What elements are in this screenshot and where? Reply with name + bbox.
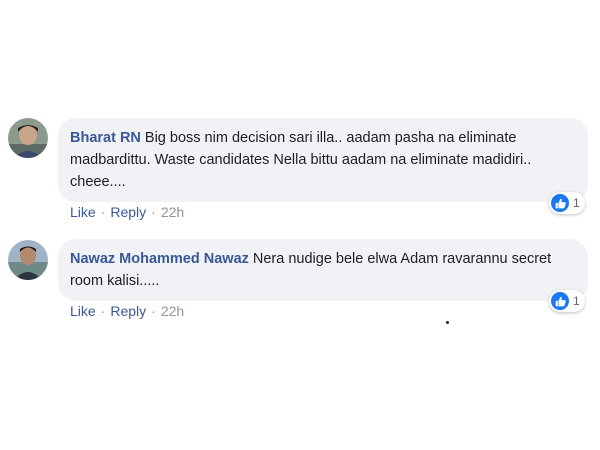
avatar[interactable] xyxy=(8,118,48,158)
comment-bubble: Nawaz Mohammed Nawaz Nera nudige bele elw… xyxy=(58,239,588,301)
reaction-summary[interactable]: 1 xyxy=(549,192,585,214)
comment-author-link[interactable]: Nawaz Mohammed Nawaz xyxy=(70,251,249,267)
thumbs-up-icon xyxy=(551,292,569,310)
like-link[interactable]: Like xyxy=(70,303,96,319)
reaction-summary[interactable]: 1 xyxy=(549,290,585,312)
comment-actions: Like · Reply · 22h xyxy=(70,303,185,319)
like-link[interactable]: Like xyxy=(70,204,96,220)
reaction-count: 1 xyxy=(573,294,580,308)
reaction-count: 1 xyxy=(573,196,580,210)
thumbs-up-icon xyxy=(551,194,569,212)
reply-link[interactable]: Reply xyxy=(110,303,146,319)
timestamp[interactable]: 22h xyxy=(161,303,184,319)
comment-author-link[interactable]: Bharat RN xyxy=(70,130,141,146)
avatar[interactable] xyxy=(8,240,48,280)
comment-bubble: Bharat RN Big boss nim decision sari illa… xyxy=(58,118,588,202)
reply-link[interactable]: Reply xyxy=(110,204,146,220)
avatar-image xyxy=(8,240,48,280)
avatar-image xyxy=(8,118,48,158)
timestamp[interactable]: 22h xyxy=(161,204,184,220)
cursor-dot xyxy=(446,321,449,324)
comment-actions: Like · Reply · 22h xyxy=(70,204,185,220)
